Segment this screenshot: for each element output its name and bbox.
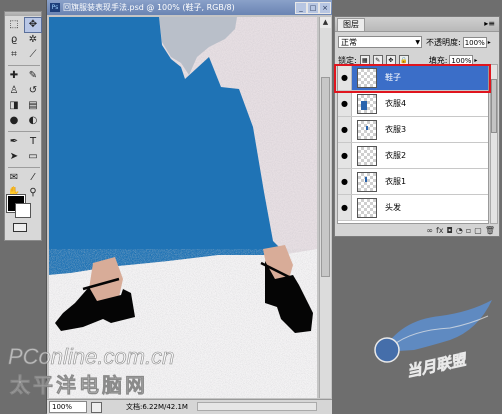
vertical-scrollbar[interactable]: ▲ — [319, 17, 331, 398]
layer-name: 头发 — [385, 203, 401, 212]
brush-tool[interactable]: ✎ — [25, 69, 41, 83]
background-color-swatch[interactable] — [15, 203, 31, 218]
layer-thumbnail — [357, 93, 377, 114]
notes-tool[interactable]: ✉ — [6, 171, 22, 185]
layers-panel-header: 图层 ▸≡ — [335, 17, 499, 32]
zoom-tool[interactable]: ⚲ — [25, 186, 41, 200]
layer-thumbnail — [357, 197, 377, 218]
blend-row: 正常 ▼ 不透明度: 100% ▸ — [338, 34, 496, 50]
scroll-up-arrow-icon[interactable]: ▲ — [320, 17, 331, 28]
path-select-tool[interactable]: ➤ — [6, 150, 22, 164]
eraser-tool[interactable]: ◨ — [6, 99, 22, 113]
tool-separator — [8, 131, 40, 132]
blur-tool[interactable]: ● — [6, 114, 22, 128]
tool-grid: ⬚ ✥ ϱ ✲ ⌗ ⟋ ✚ ✎ ♙ ↺ ◨ ▤ ● ◐ ✒ T ➤ ▭ ✉ ⁄ ✋ ⚲ — [5, 16, 42, 202]
close-button[interactable]: × — [319, 2, 331, 14]
image-canvas[interactable] — [49, 17, 317, 398]
blend-mode-value: 正常 — [341, 38, 357, 47]
healing-tool[interactable]: ✚ — [6, 69, 22, 83]
layer-row-4[interactable]: ● 衣服1 — [338, 169, 488, 195]
layer-row-1[interactable]: ● 衣服4 — [338, 91, 488, 117]
layers-panel: 图层 ▸≡ 正常 ▼ 不透明度: 100% ▸ 锁定: ▦ ✎ ✥ 🔒 填充: … — [334, 16, 500, 237]
layer-name: 衣服2 — [385, 151, 407, 160]
visibility-eye-icon[interactable]: ● — [338, 143, 352, 168]
visibility-eye-icon[interactable]: ● — [338, 169, 352, 194]
selected-layer-highlight — [334, 64, 491, 93]
layer-row-3[interactable]: ● 衣服2 — [338, 143, 488, 169]
crop-tool[interactable]: ⌗ — [6, 48, 22, 62]
panel-menu-icon[interactable]: ▸≡ — [484, 19, 495, 28]
magic-wand-tool[interactable]: ✲ — [25, 33, 41, 47]
delete-layer-icon[interactable]: 🗑 — [485, 226, 495, 236]
lasso-tool[interactable]: ϱ — [6, 33, 22, 47]
marquee-tool[interactable]: ⬚ — [6, 18, 22, 32]
eyedropper-tool[interactable]: ⁄ — [25, 171, 41, 185]
slice-tool[interactable]: ⟋ — [25, 48, 41, 62]
stamp-tool[interactable]: ♙ — [6, 84, 22, 98]
opacity-field[interactable]: 100% — [462, 36, 487, 48]
dodge-tool[interactable]: ◐ — [25, 114, 41, 128]
history-brush-tool[interactable]: ↺ — [25, 84, 41, 98]
status-info-icon[interactable] — [91, 401, 102, 413]
layers-panel-footer: ∞ fx ◘ ◔ ▫ ▢ 🗑 — [335, 225, 499, 237]
layers-scroll-thumb[interactable] — [491, 79, 497, 133]
union-logo: 当月联盟 — [374, 300, 492, 381]
vertical-scroll-thumb[interactable] — [321, 77, 330, 277]
layer-thumbnail — [357, 119, 377, 140]
fill-slider-arrow-icon[interactable]: ▸ — [474, 57, 477, 64]
document-size-readout[interactable]: 文档:6.22M/42.1M — [126, 402, 188, 412]
type-tool[interactable]: T — [25, 135, 41, 149]
layer-row-2[interactable]: ● 衣服3 — [338, 117, 488, 143]
maximize-button[interactable]: □ — [307, 2, 319, 14]
visibility-eye-icon[interactable]: ● — [338, 117, 352, 142]
minimize-button[interactable]: _ — [295, 2, 307, 14]
pen-tool[interactable]: ✒ — [6, 135, 22, 149]
gradient-tool[interactable]: ▤ — [25, 99, 41, 113]
document-titlebar[interactable]: Ps 回旗服装表现手法.psd @ 100% (鞋子, RGB/8) _ □ × — [47, 0, 332, 15]
new-layer-icon[interactable]: ▢ — [474, 226, 482, 236]
layer-style-icon[interactable]: fx — [436, 226, 444, 236]
document-title: 回旗服装表现手法.psd @ 100% (鞋子, RGB/8) — [63, 3, 235, 12]
document-window: Ps 回旗服装表现手法.psd @ 100% (鞋子, RGB/8) _ □ × — [46, 0, 332, 414]
layer-name: 衣服4 — [385, 99, 407, 108]
blend-mode-select[interactable]: 正常 ▼ — [338, 36, 422, 48]
visibility-eye-icon[interactable]: ● — [338, 91, 352, 116]
new-group-icon[interactable]: ▫ — [466, 226, 471, 236]
tab-layers[interactable]: 图层 — [337, 18, 365, 31]
layer-name: 衣服3 — [385, 125, 407, 134]
wing-icon — [382, 300, 492, 352]
shape-tool[interactable]: ▭ — [25, 150, 41, 164]
zoom-level-field[interactable]: 100% — [49, 401, 87, 413]
chevron-down-icon: ▼ — [415, 39, 420, 46]
tool-separator — [8, 167, 40, 168]
layers-scrollbar[interactable] — [490, 64, 498, 224]
adjustment-layer-icon[interactable]: ◔ — [456, 226, 463, 236]
status-bar: 100% 文档:6.22M/42.1M — [47, 399, 332, 414]
layer-row-5[interactable]: ● 头发 — [338, 195, 488, 221]
quick-mask-button[interactable] — [13, 223, 27, 232]
canvas-artwork — [49, 17, 317, 398]
link-layers-icon[interactable]: ∞ — [426, 226, 433, 236]
horizontal-scrollbar[interactable] — [197, 402, 317, 411]
logo-badge-icon — [374, 337, 400, 363]
opacity-slider-arrow-icon[interactable]: ▸ — [488, 39, 491, 46]
move-tool[interactable]: ✥ — [24, 17, 42, 33]
visibility-eye-icon[interactable]: ● — [338, 195, 352, 220]
opacity-label: 不透明度: — [426, 37, 461, 47]
add-mask-icon[interactable]: ◘ — [447, 226, 453, 236]
layer-name: 衣服1 — [385, 177, 407, 186]
layer-thumbnail — [357, 171, 377, 192]
tool-separator — [8, 65, 40, 66]
photoshop-icon: Ps — [50, 3, 60, 12]
layer-thumbnail — [357, 145, 377, 166]
watermark-badge: 当月联盟 — [405, 350, 469, 380]
